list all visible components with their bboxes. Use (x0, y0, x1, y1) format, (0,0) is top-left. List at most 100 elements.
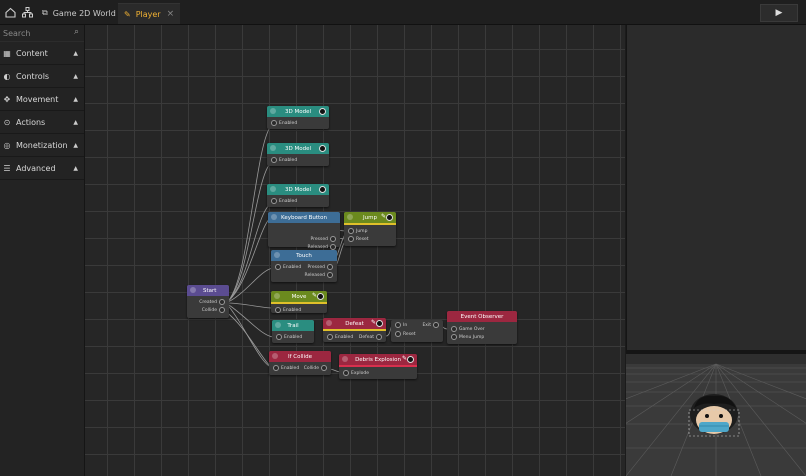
3d-viewport[interactable] (626, 354, 806, 476)
sidebar-item-controls[interactable]: ◐ Controls ▲ (0, 65, 84, 88)
node-3d-model[interactable]: 3D Model Enabled (267, 143, 329, 166)
toggle-dot[interactable] (317, 293, 324, 300)
node-header: 3D Model (267, 184, 329, 195)
input-pin[interactable]: Menu Jump (449, 333, 484, 341)
sidebar-item-advanced[interactable]: ☰ Advanced ▲ (0, 157, 84, 180)
toggle-dot[interactable] (319, 186, 326, 193)
input-pin[interactable]: Enabled (269, 156, 297, 164)
input-pin[interactable]: Jump (346, 227, 367, 235)
node-if-collide[interactable]: If Collide Enabled Collide (269, 351, 331, 375)
output-pin[interactable]: Collide (304, 364, 329, 372)
input-pin[interactable]: Enabled (273, 306, 301, 314)
input-pin[interactable]: In (393, 321, 407, 329)
pin-label: Pressed (310, 236, 328, 242)
output-pin[interactable]: Collide (202, 306, 227, 314)
sidebar-item-label: Actions (16, 117, 46, 127)
input-pin[interactable]: Enabled (325, 333, 353, 341)
node-connections (225, 123, 448, 373)
cube-icon (270, 145, 276, 151)
sidebar-item-label: Movement (16, 94, 59, 104)
node-move[interactable]: Move ✎ Enabled (271, 291, 327, 313)
play-button[interactable]: ▶ (760, 4, 798, 22)
chevron-up-icon: ▲ (73, 95, 78, 103)
node-start[interactable]: Start Created Collide (187, 285, 229, 318)
chevron-up-icon: ▲ (73, 164, 78, 172)
node-jump[interactable]: Jump ✎ Jump Reset (344, 212, 396, 246)
sidebar-item-label: Advanced (16, 163, 56, 173)
output-pin[interactable]: Pressed (311, 235, 338, 243)
output-pin[interactable]: Pressed (308, 263, 335, 271)
input-pin[interactable]: Reset (346, 235, 369, 243)
chevron-up-icon: ▲ (73, 72, 78, 80)
node-header: If Collide (269, 351, 331, 362)
toggle-dot[interactable] (407, 356, 414, 363)
pin-label: Reset (403, 331, 416, 337)
output-pin[interactable]: Exit (422, 321, 441, 329)
close-icon[interactable]: × (167, 9, 175, 19)
controls-icon: ◐ (3, 71, 11, 81)
pin-label: Reset (356, 236, 369, 242)
sidebar-item-monetization[interactable]: ◎ Monetization ▲ (0, 134, 84, 157)
node-header: 3D Model (267, 106, 329, 117)
input-pin[interactable]: Enabled (274, 333, 302, 341)
inspector-panel (626, 25, 806, 350)
pin-label: Exit (422, 322, 431, 328)
pin-label: Explode (351, 370, 369, 376)
search-input[interactable]: Search ⌕ (0, 25, 84, 42)
node-keyboard-button[interactable]: Keyboard Button Pressed Released (268, 212, 340, 250)
node-title: Move (291, 293, 307, 300)
toggle-dot[interactable] (386, 214, 393, 221)
node-defeat[interactable]: Defeat ✎ Enabled Defeat (323, 318, 386, 342)
pin-label: Released (307, 244, 328, 250)
chevron-up-icon: ▲ (73, 49, 78, 57)
node-touch[interactable]: Touch Enabled Pressed Released (271, 250, 337, 282)
input-pin[interactable]: Enabled (269, 119, 297, 127)
node-title: Start (203, 287, 217, 294)
node-header: Defeat ✎ (323, 318, 386, 331)
toggle-dot[interactable] (319, 145, 326, 152)
node-graph-canvas[interactable]: 3D Model Enabled 3D Model Enabled 3D Mod… (85, 25, 625, 476)
pin-label: Defeat (358, 334, 374, 340)
sidebar-item-label: Controls (16, 71, 50, 81)
node-title: Debris Explosion (355, 356, 401, 363)
home-icon[interactable] (2, 4, 18, 20)
input-pin[interactable]: Reset (393, 330, 416, 338)
output-pin[interactable]: Created (199, 298, 227, 306)
toggle-dot[interactable] (376, 320, 383, 327)
node-title: Touch (296, 252, 312, 259)
cube-icon (270, 108, 276, 114)
pin-label: Released (304, 272, 325, 278)
output-pin[interactable]: Released (305, 271, 335, 279)
tab-player[interactable]: ✎ Player × (118, 3, 181, 24)
input-pin[interactable]: Explode (341, 369, 369, 377)
sidebar: Search ⌕ ▦ Content ▲ ◐ Controls ▲ ✥ Move… (0, 25, 85, 476)
output-pin[interactable]: Defeat (359, 333, 384, 341)
node-trail[interactable]: Trail Enabled (272, 320, 314, 343)
pencil-icon: ✎ (124, 9, 131, 19)
sidebar-item-label: Monetization (16, 140, 68, 150)
node-3d-model[interactable]: 3D Model Enabled (267, 184, 329, 207)
sidebar-item-actions[interactable]: ⊙ Actions ▲ (0, 111, 84, 134)
pin-label: Enabled (279, 120, 298, 126)
move-icon: ✥ (3, 94, 11, 104)
player-character[interactable] (684, 390, 744, 442)
collide-icon (272, 353, 278, 359)
node-header: Keyboard Button (268, 212, 340, 223)
pin-label: Enabled (284, 334, 303, 340)
node-3d-model[interactable]: 3D Model Enabled (267, 106, 329, 129)
tab-label: Game 2D World (52, 8, 116, 18)
pin-label: Created (199, 299, 217, 305)
input-pin[interactable]: Enabled (273, 263, 301, 271)
hierarchy-icon[interactable] (19, 4, 35, 20)
pin-label: Game Over (459, 326, 485, 332)
node-gate[interactable]: In Reset Exit (391, 320, 443, 342)
input-pin[interactable]: Enabled (271, 364, 299, 372)
node-event-observer[interactable]: Event Observer Game Over Menu Jump (447, 311, 517, 344)
toggle-dot[interactable] (319, 108, 326, 115)
node-debris-explosion[interactable]: Debris Explosion ✎ Explode (339, 354, 417, 379)
pin-label: Jump (356, 228, 368, 234)
sidebar-item-content[interactable]: ▦ Content ▲ (0, 42, 84, 65)
sidebar-item-movement[interactable]: ✥ Movement ▲ (0, 88, 84, 111)
input-pin[interactable]: Game Over (449, 325, 485, 333)
input-pin[interactable]: Enabled (269, 197, 297, 205)
